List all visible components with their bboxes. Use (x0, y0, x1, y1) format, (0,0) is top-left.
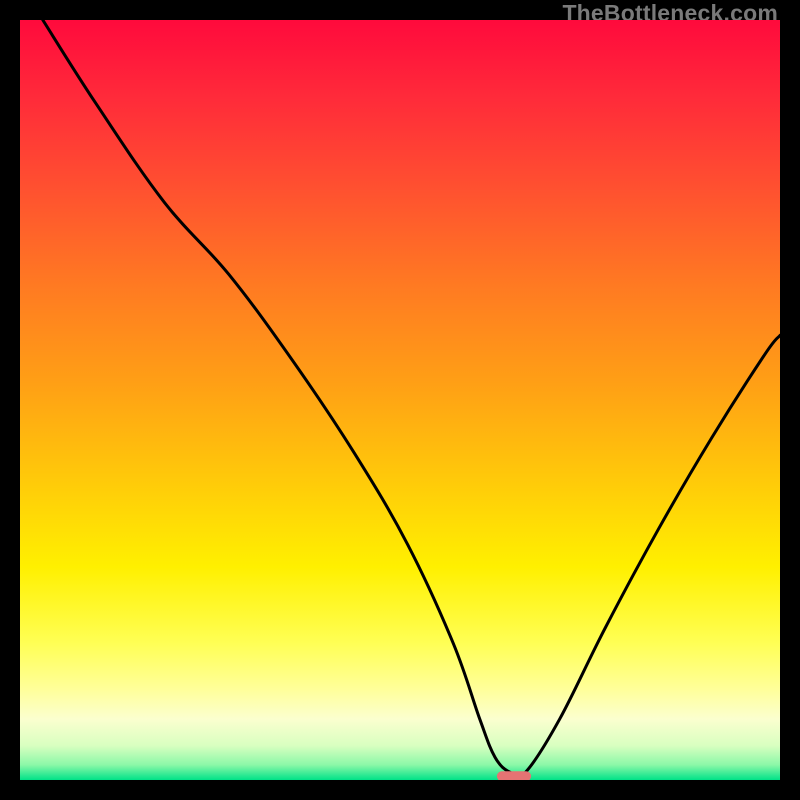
gradient-background (20, 20, 780, 780)
optimal-marker (497, 771, 531, 780)
chart-svg (20, 20, 780, 780)
plot-area (20, 20, 780, 780)
chart-frame: TheBottleneck.com (0, 0, 800, 800)
